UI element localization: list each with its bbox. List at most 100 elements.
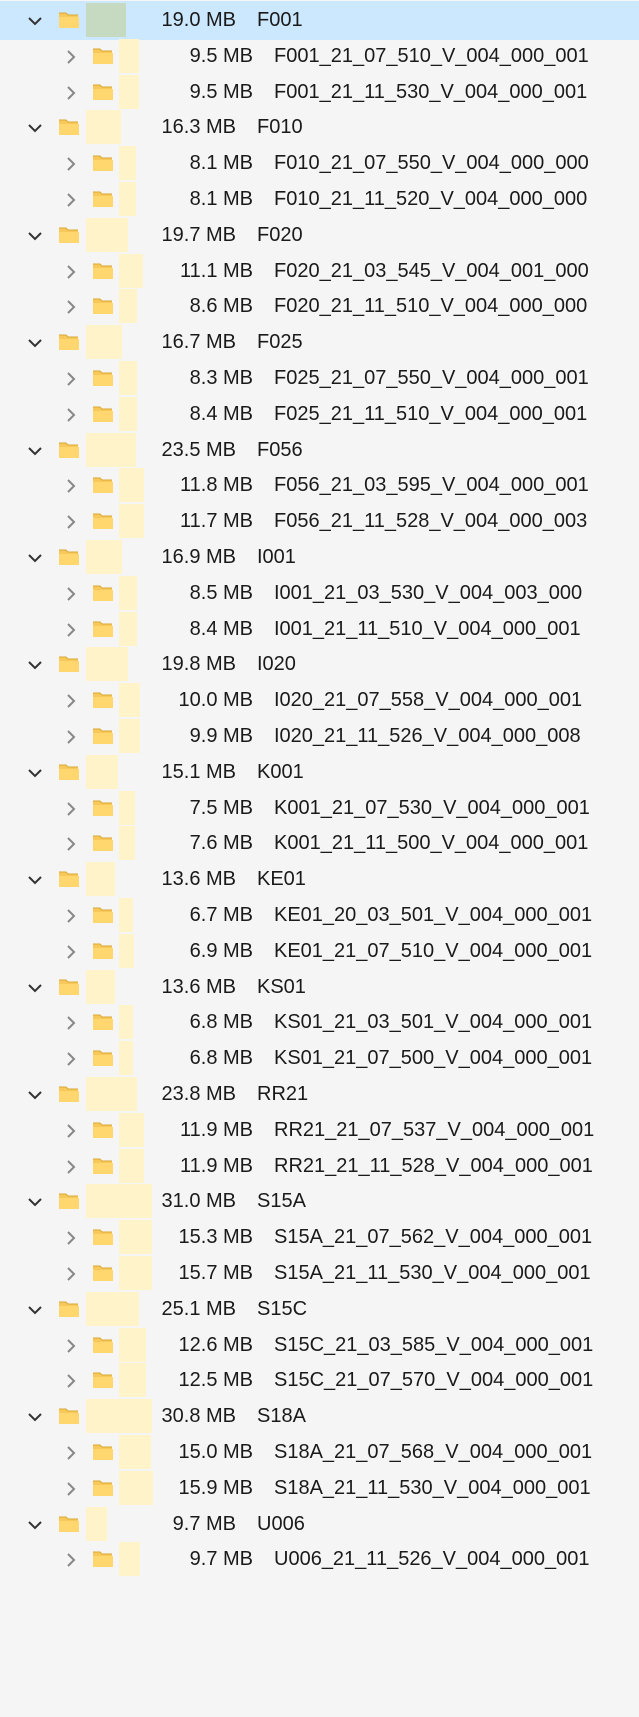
tree-subfolder-row[interactable]: 9.5 MB F001_21_07_510_V_004_000_001 <box>0 37 639 76</box>
chevron-right-icon[interactable] <box>61 1550 81 1570</box>
tree-folder-row[interactable]: 19.7 MB F020 <box>0 216 639 255</box>
tree-subfolder-row[interactable]: 6.9 MB KE01_21_07_510_V_004_000_001 <box>0 932 639 971</box>
tree-subfolder-row[interactable]: 10.0 MB I020_21_07_558_V_004_000_001 <box>0 681 639 720</box>
tree-subfolder-row[interactable]: 11.7 MB F056_21_11_528_V_004_000_003 <box>0 502 639 541</box>
folder-size: 9.7 MB <box>172 1512 236 1535</box>
chevron-right-icon[interactable] <box>61 1479 81 1499</box>
chevron-right-icon[interactable] <box>61 906 81 926</box>
tree-subfolder-row[interactable]: 11.9 MB RR21_21_11_528_V_004_000_001 <box>0 1147 639 1186</box>
tree-subfolder-row[interactable]: 12.5 MB S15C_21_07_570_V_004_000_001 <box>0 1361 639 1400</box>
chevron-down-icon[interactable] <box>25 441 45 461</box>
tree-folder-row[interactable]: 25.1 MB S15C <box>0 1290 639 1329</box>
size-bar <box>119 1041 133 1076</box>
chevron-right-icon[interactable] <box>61 1013 81 1033</box>
folder-size: 6.9 MB <box>189 939 253 962</box>
tree-subfolder-row[interactable]: 6.7 MB KE01_20_03_501_V_004_000_001 <box>0 896 639 935</box>
tree-subfolder-row[interactable]: 8.5 MB I001_21_03_530_V_004_003_000 <box>0 574 639 613</box>
size-bar <box>119 933 134 968</box>
folder-name: F056_21_03_595_V_004_000_001 <box>274 474 589 497</box>
tree-folder-row[interactable]: 16.9 MB I001 <box>0 538 639 577</box>
chevron-right-icon[interactable] <box>61 1264 81 1284</box>
chevron-right-icon[interactable] <box>61 83 81 103</box>
chevron-right-icon[interactable] <box>61 834 81 854</box>
chevron-right-icon[interactable] <box>61 1157 81 1177</box>
tree-folder-row[interactable]: 19.0 MB F001 <box>0 1 639 40</box>
chevron-down-icon[interactable] <box>25 763 45 783</box>
chevron-right-icon[interactable] <box>61 1371 81 1391</box>
folder-name: S18A_21_07_568_V_004_000_001 <box>274 1441 593 1463</box>
tree-subfolder-row[interactable]: 11.9 MB RR21_21_07_537_V_004_000_001 <box>0 1111 639 1150</box>
chevron-right-icon[interactable] <box>61 1121 81 1141</box>
tree-subfolder-row[interactable]: 15.0 MB S18A_21_07_568_V_004_000_001 <box>0 1433 639 1472</box>
chevron-down-icon[interactable] <box>25 226 45 246</box>
chevron-down-icon[interactable] <box>25 333 45 353</box>
tree-folder-row[interactable]: 13.6 MB KE01 <box>0 860 639 899</box>
chevron-right-icon[interactable] <box>61 584 81 604</box>
tree-subfolder-row[interactable]: 7.5 MB K001_21_07_530_V_004_000_001 <box>0 789 639 828</box>
chevron-right-icon[interactable] <box>61 512 81 532</box>
tree-subfolder-row[interactable]: 9.7 MB U006_21_11_526_V_004_000_001 <box>0 1540 639 1579</box>
tree-subfolder-row[interactable]: 8.4 MB I001_21_11_510_V_004_000_001 <box>0 610 639 649</box>
chevron-right-icon[interactable] <box>61 297 81 317</box>
tree-folder-row[interactable]: 23.5 MB F056 <box>0 431 639 470</box>
tree-subfolder-row[interactable]: 9.9 MB I020_21_11_526_V_004_000_008 <box>0 717 639 756</box>
chevron-down-icon[interactable] <box>25 1515 45 1535</box>
tree-folder-row[interactable]: 16.7 MB F025 <box>0 323 639 362</box>
chevron-down-icon[interactable] <box>25 1085 45 1105</box>
chevron-down-icon[interactable] <box>25 1407 45 1427</box>
tree-subfolder-row[interactable]: 8.1 MB F010_21_11_520_V_004_000_000 <box>0 180 639 219</box>
chevron-right-icon[interactable] <box>61 405 81 425</box>
tree-subfolder-row[interactable]: 8.6 MB F020_21_11_510_V_004_000_000 <box>0 287 639 326</box>
tree-subfolder-row[interactable]: 15.7 MB S15A_21_11_530_V_004_000_001 <box>0 1254 639 1293</box>
chevron-right-icon[interactable] <box>61 1049 81 1069</box>
tree-subfolder-row[interactable]: 15.9 MB S18A_21_11_530_V_004_000_001 <box>0 1469 639 1508</box>
chevron-right-icon[interactable] <box>61 727 81 747</box>
chevron-down-icon[interactable] <box>25 1300 45 1320</box>
chevron-down-icon[interactable] <box>25 655 45 675</box>
chevron-right-icon[interactable] <box>61 190 81 210</box>
chevron-right-icon[interactable] <box>61 154 81 174</box>
chevron-down-icon[interactable] <box>25 978 45 998</box>
tree-subfolder-row[interactable]: 11.8 MB F056_21_03_595_V_004_000_001 <box>0 466 639 505</box>
folder-icon <box>92 1227 114 1247</box>
tree-folder-row[interactable]: 15.1 MB K001 <box>0 753 639 792</box>
tree-subfolder-row[interactable]: 8.4 MB F025_21_11_510_V_004_000_001 <box>0 395 639 434</box>
tree-folder-row[interactable]: 19.8 MB I020 <box>0 645 639 684</box>
folder-size: 19.8 MB <box>161 653 236 676</box>
tree-folder-row[interactable]: 16.3 MB F010 <box>0 108 639 147</box>
tree-subfolder-row[interactable]: 12.6 MB S15C_21_03_585_V_004_000_001 <box>0 1326 639 1365</box>
chevron-down-icon[interactable] <box>25 548 45 568</box>
chevron-right-icon[interactable] <box>61 1228 81 1248</box>
chevron-right-icon[interactable] <box>61 369 81 389</box>
tree-folder-row[interactable]: 30.8 MB S18A <box>0 1397 639 1436</box>
size-bar <box>86 1291 139 1326</box>
chevron-right-icon[interactable] <box>61 476 81 496</box>
tree-subfolder-row[interactable]: 9.5 MB F001_21_11_530_V_004_000_001 <box>0 73 639 112</box>
chevron-right-icon[interactable] <box>61 942 81 962</box>
tree-subfolder-row[interactable]: 7.6 MB K001_21_11_500_V_004_000_001 <box>0 824 639 863</box>
folder-size: 9.5 MB <box>189 80 253 103</box>
tree-folder-row[interactable]: 9.7 MB U006 <box>0 1505 639 1544</box>
tree-subfolder-row[interactable]: 11.1 MB F020_21_03_545_V_004_001_000 <box>0 252 639 291</box>
chevron-down-icon[interactable] <box>25 11 45 31</box>
chevron-down-icon[interactable] <box>25 1192 45 1212</box>
chevron-down-icon[interactable] <box>25 870 45 890</box>
tree-subfolder-row[interactable]: 6.8 MB KS01_21_03_501_V_004_000_001 <box>0 1003 639 1042</box>
chevron-right-icon[interactable] <box>61 1443 81 1463</box>
chevron-right-icon[interactable] <box>61 1336 81 1356</box>
folder-icon <box>58 10 80 30</box>
tree-subfolder-row[interactable]: 8.1 MB F010_21_07_550_V_004_000_000 <box>0 144 639 183</box>
tree-subfolder-row[interactable]: 8.3 MB F025_21_07_550_V_004_000_001 <box>0 359 639 398</box>
tree-folder-row[interactable]: 23.8 MB RR21 <box>0 1075 639 1114</box>
tree-subfolder-row[interactable]: 15.3 MB S15A_21_07_562_V_004_000_001 <box>0 1218 639 1257</box>
chevron-right-icon[interactable] <box>61 691 81 711</box>
tree-folder-row[interactable]: 13.6 MB KS01 <box>0 968 639 1007</box>
chevron-down-icon[interactable] <box>25 118 45 138</box>
tree-folder-row[interactable]: 31.0 MB S15A <box>0 1182 639 1221</box>
chevron-right-icon[interactable] <box>61 262 81 282</box>
folder-icon <box>58 762 80 782</box>
chevron-right-icon[interactable] <box>61 799 81 819</box>
chevron-right-icon[interactable] <box>61 620 81 640</box>
chevron-right-icon[interactable] <box>61 47 81 67</box>
tree-subfolder-row[interactable]: 6.8 MB KS01_21_07_500_V_004_000_001 <box>0 1039 639 1078</box>
